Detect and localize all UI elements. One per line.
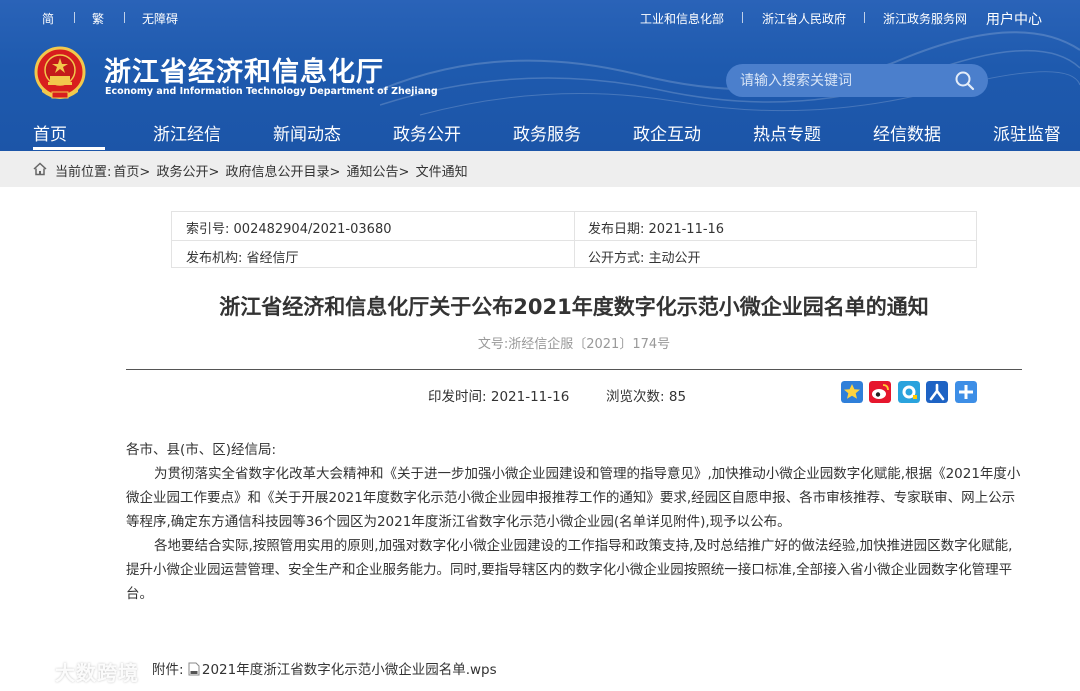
user-center-link[interactable]: 用户中心 xyxy=(986,9,1042,29)
date-label: 发布日期: xyxy=(588,222,645,237)
search-icon[interactable] xyxy=(954,70,976,92)
print-time-value: 2021-11-16 xyxy=(490,389,570,405)
org-label: 发布机构: xyxy=(186,251,243,266)
site-subtitle: Economy and Information Technology Depar… xyxy=(105,86,438,97)
breadcrumb: 当前位置: 首页> 政务公开> 政府信息公开目录> 通知公告> 文件通知 xyxy=(0,151,1080,187)
top-bar: 简 繁 无障碍 工业和信息化部 浙江省人民政府 浙江政务服务网 用户中心 xyxy=(0,0,1080,36)
nav-item-supervision[interactable]: 派驻监督 xyxy=(993,120,1061,145)
document-meta-table: 索引号: 002482904/2021-03680 发布日期: 2021-11-… xyxy=(171,211,977,268)
index-label: 索引号: xyxy=(186,222,230,237)
body-paragraph: 各地要结合实际,按照管用实用的原则,加强对数字化小微企业园建设的工作指导和政策支… xyxy=(126,538,1013,602)
home-icon xyxy=(33,162,47,176)
attachment: 附件: 2021年度浙江省数字化示范小微企业园名单.wps xyxy=(152,658,497,678)
miit-link[interactable]: 工业和信息化部 xyxy=(640,10,724,27)
view-count: 浏览次数: 85 xyxy=(606,385,686,405)
mode-label: 公开方式: xyxy=(588,251,645,266)
print-time-label: 印发时间: xyxy=(428,389,487,405)
watermark-text: 大数跨境 xyxy=(55,661,139,685)
star-icon[interactable] xyxy=(841,381,863,403)
salutation: 各市、县(市、区)经信局: xyxy=(126,442,277,458)
traditional-chinese-link[interactable]: 繁 xyxy=(92,10,104,27)
breadcrumb-home[interactable]: 首页> xyxy=(113,165,150,180)
accessibility-link[interactable]: 无障碍 xyxy=(142,10,178,27)
zj-service-link[interactable]: 浙江政务服务网 xyxy=(883,10,967,27)
weibo-icon[interactable] xyxy=(869,381,891,403)
more-plus-icon[interactable] xyxy=(955,381,977,403)
divider xyxy=(574,212,575,267)
nav-item-home[interactable]: 首页 xyxy=(33,120,67,145)
publishing-org: 发布机构: 省经信厅 xyxy=(186,247,299,266)
mode-value: 主动公开 xyxy=(648,251,701,266)
search-box xyxy=(726,64,988,97)
document-body: 各市、县(市、区)经信局: 为贯彻落实全省数字化改革大会精神和《关于进一步加强小… xyxy=(126,438,1022,606)
nav-item-gov-affairs[interactable]: 政务公开 xyxy=(393,120,461,145)
divider xyxy=(124,12,125,23)
body-paragraph: 为贯彻落实全省数字化改革大会精神和《关于进一步加强小微企业园建设和管理的指导意见… xyxy=(126,466,1021,530)
breadcrumb-trail: 当前位置: 首页> 政务公开> 政府信息公开目录> 通知公告> 文件通知 xyxy=(55,161,470,180)
renren-icon[interactable] xyxy=(926,381,948,403)
nav-item-interaction[interactable]: 政企互动 xyxy=(633,120,701,145)
qzone-icon[interactable] xyxy=(898,381,920,403)
attachment-label: 附件: xyxy=(152,662,184,678)
breadcrumb-gov-affairs[interactable]: 政务公开> xyxy=(156,165,219,180)
nav-item-data[interactable]: 经信数据 xyxy=(873,120,941,145)
breadcrumb-file-notices[interactable]: 文件通知 xyxy=(416,165,468,180)
divider xyxy=(74,12,75,23)
index-value: 002482904/2021-03680 xyxy=(233,222,392,237)
divider xyxy=(864,12,865,23)
divider xyxy=(742,12,743,23)
org-value: 省经信厅 xyxy=(246,251,299,266)
simplified-chinese-link[interactable]: 简 xyxy=(42,10,54,27)
date-value: 2021-11-16 xyxy=(648,222,725,237)
breadcrumb-label: 当前位置: xyxy=(55,165,112,180)
zhejiang-gov-link[interactable]: 浙江省人民政府 xyxy=(762,10,846,27)
nav-item-news[interactable]: 新闻动态 xyxy=(273,120,341,145)
document-title: 浙江省经济和信息化厅关于公布2021年度数字化示范小微企业园名单的通知 xyxy=(219,295,929,319)
main-nav: 首页 浙江经信 新闻动态 政务公开 政务服务 政企互动 热点专题 经信数据 派驻… xyxy=(0,116,1080,151)
document-number: 文号:浙经信企服〔2021〕174号 xyxy=(477,337,671,352)
site-title[interactable]: 浙江省经济和信息化厅 xyxy=(104,50,384,89)
nav-item-hot-topics[interactable]: 热点专题 xyxy=(753,120,821,145)
breadcrumb-notices[interactable]: 通知公告> xyxy=(347,165,410,180)
breadcrumb-catalog[interactable]: 政府信息公开目录> xyxy=(225,165,340,180)
divider xyxy=(126,369,1022,370)
views-label: 浏览次数: xyxy=(606,389,665,405)
index-number: 索引号: 002482904/2021-03680 xyxy=(186,218,391,237)
file-icon xyxy=(188,662,200,676)
nav-active-indicator xyxy=(33,147,105,150)
print-time: 印发时间: 2021-11-16 xyxy=(428,385,569,405)
publish-date: 发布日期: 2021-11-16 xyxy=(588,218,724,237)
attachment-link[interactable]: 2021年度浙江省数字化示范小微企业园名单.wps xyxy=(202,662,497,678)
nav-item-gov-services[interactable]: 政务服务 xyxy=(513,120,581,145)
disclosure-mode: 公开方式: 主动公开 xyxy=(588,247,701,266)
search-input[interactable] xyxy=(740,70,940,91)
site-header: 简 繁 无障碍 工业和信息化部 浙江省人民政府 浙江政务服务网 用户中心 浙江省… xyxy=(0,0,1080,151)
national-emblem-icon[interactable] xyxy=(34,46,86,102)
nav-item-zhejiang-econinfo[interactable]: 浙江经信 xyxy=(153,120,221,145)
views-value: 85 xyxy=(668,389,687,405)
